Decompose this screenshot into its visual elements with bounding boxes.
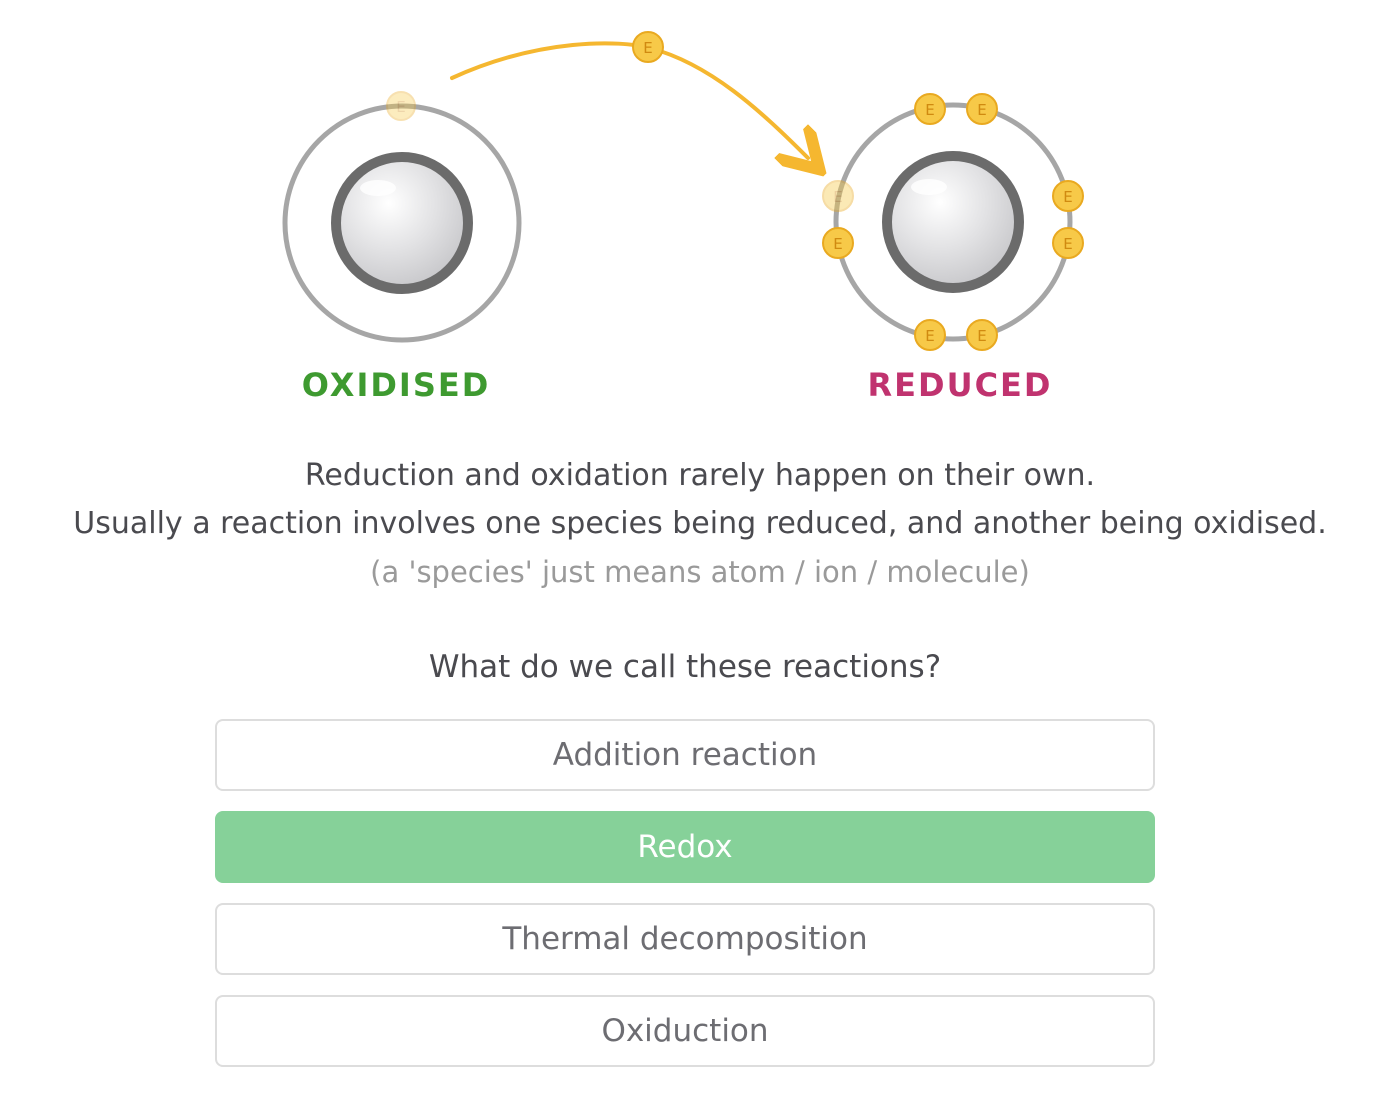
- svg-text:E: E: [925, 101, 934, 119]
- svg-text:E: E: [977, 327, 986, 345]
- species-note: (a 'species' just means atom / ion / mol…: [370, 555, 1030, 589]
- incoming-electron-icon: E: [822, 180, 854, 212]
- electron-icon: E: [966, 93, 998, 125]
- explanation-line-1: Reduction and oxidation rarely happen on…: [304, 458, 1096, 493]
- electron-icon: E: [914, 93, 946, 125]
- svg-text:E: E: [925, 327, 934, 345]
- svg-text:E: E: [977, 101, 986, 119]
- electron-icon: E: [914, 319, 946, 351]
- electron-icon: E: [822, 227, 854, 259]
- explanation-text: Reduction and oxidation rarely happen on…: [0, 452, 1400, 596]
- svg-text:E: E: [833, 235, 842, 253]
- svg-text:E: E: [396, 98, 405, 116]
- electron-icon: E: [1052, 180, 1084, 212]
- lost-electron-icon: E: [386, 91, 416, 121]
- option-oxiduction[interactable]: Oxiduction: [215, 995, 1155, 1067]
- svg-text:E: E: [833, 188, 842, 206]
- option-redox[interactable]: Redox: [215, 811, 1155, 883]
- right-nucleus: [882, 151, 1024, 293]
- question-prompt: What do we call these reactions?: [428, 649, 942, 685]
- explanation-line-2: Usually a reaction involves one species …: [73, 506, 1327, 541]
- electron-icon: E: [1052, 227, 1084, 259]
- svg-text:E: E: [1063, 235, 1072, 253]
- oxidised-label: OXIDISED: [301, 366, 491, 404]
- oxidised-atom: [282, 103, 522, 343]
- redox-diagram: E E E E E E E E E E OXIDISED REDUCED: [0, 0, 1400, 420]
- reduced-label: REDUCED: [867, 366, 1053, 404]
- option-thermal-decomposition[interactable]: Thermal decomposition: [215, 903, 1155, 975]
- left-nucleus: [331, 152, 473, 294]
- answer-options: Addition reaction Redox Thermal decompos…: [215, 719, 1155, 1087]
- electron-transfer-arrow: [450, 41, 808, 158]
- reduced-atom: [833, 102, 1073, 342]
- electron-icon: E: [966, 319, 998, 351]
- svg-text:E: E: [643, 39, 652, 57]
- diagram-canvas: E E E E E E E E E E: [282, 31, 1084, 351]
- transferring-electron-icon: E: [632, 31, 664, 63]
- option-addition-reaction[interactable]: Addition reaction: [215, 719, 1155, 791]
- svg-text:E: E: [1063, 188, 1072, 206]
